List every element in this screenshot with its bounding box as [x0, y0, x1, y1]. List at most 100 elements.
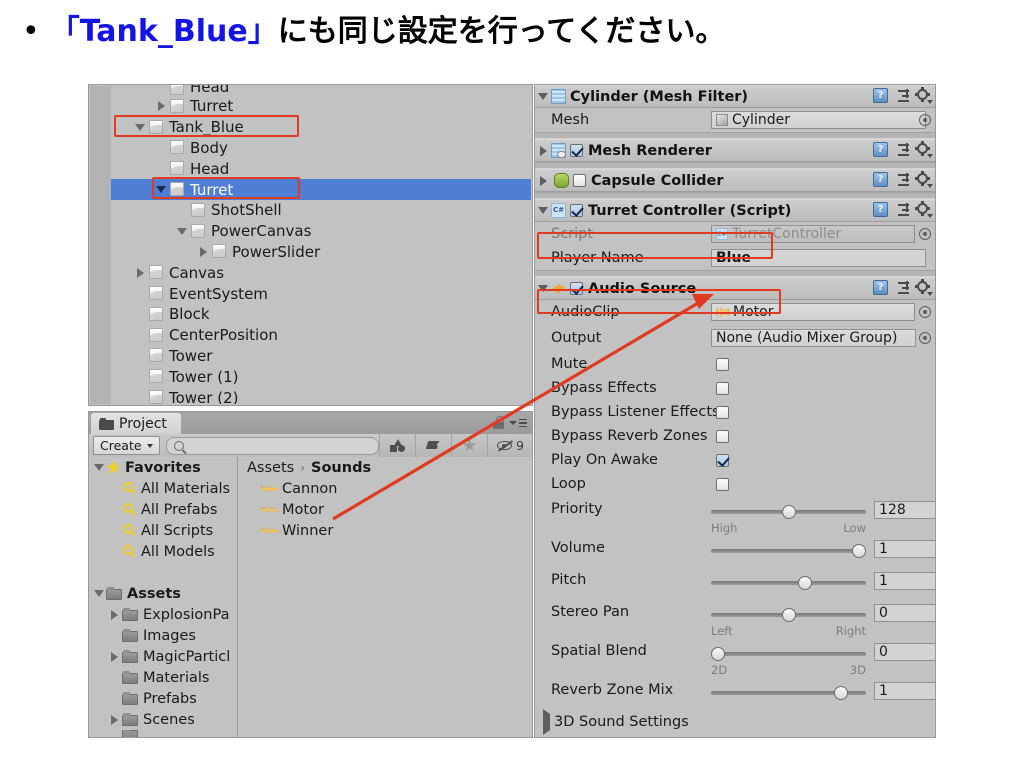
- slider-value-input[interactable]: 1: [874, 540, 935, 558]
- preset-icon[interactable]: [895, 172, 909, 187]
- hierarchy-item-head[interactable]: Head: [111, 85, 531, 96]
- twirl-closed-icon[interactable]: [107, 652, 122, 662]
- project-contents[interactable]: Assets › Sounds Cannon Motor Winner: [238, 457, 532, 737]
- twirl-none-icon[interactable]: [132, 306, 148, 322]
- slider-knob[interactable]: [798, 576, 813, 590]
- hierarchy-item-powercanvas[interactable]: PowerCanvas: [111, 221, 531, 242]
- filter-by-label-button[interactable]: [415, 434, 451, 457]
- twirl-closed-icon[interactable]: [132, 265, 148, 281]
- slider-knob[interactable]: [833, 686, 848, 700]
- component-header-audio-source[interactable]: Audio Source ?: [535, 277, 935, 300]
- twirl-open-icon[interactable]: [153, 182, 169, 198]
- project-folder-clipped[interactable]: [89, 730, 237, 737]
- project-folder-images[interactable]: Images: [89, 625, 237, 646]
- project-favorites-root[interactable]: Favorites: [89, 457, 237, 478]
- help-icon[interactable]: ?: [873, 202, 888, 217]
- slider-track[interactable]: [711, 549, 866, 553]
- create-button[interactable]: Create: [93, 436, 160, 455]
- checkbox-loop[interactable]: [716, 477, 729, 491]
- checkbox-bypass-reverb-zones[interactable]: [716, 429, 729, 443]
- preset-icon[interactable]: [895, 88, 909, 103]
- hierarchy-item-canvas[interactable]: Canvas: [111, 262, 531, 283]
- asset-item-winner[interactable]: Winner: [238, 520, 532, 541]
- project-favorite-all-scripts[interactable]: All Scripts: [89, 520, 237, 541]
- gear-icon[interactable]: [915, 201, 933, 218]
- twirl-closed-icon[interactable]: [535, 176, 551, 186]
- project-folder-magicparticl[interactable]: MagicParticl: [89, 646, 237, 667]
- hierarchy-item-block[interactable]: Block: [111, 304, 531, 325]
- hierarchy-item-tower[interactable]: Tower: [111, 346, 531, 367]
- asset-item-motor[interactable]: Motor: [238, 499, 532, 520]
- gear-icon[interactable]: [915, 279, 933, 296]
- tab-project[interactable]: Project: [91, 413, 181, 434]
- checkbox-bypass-listener-effects[interactable]: [716, 405, 729, 419]
- twirl-open-icon[interactable]: [535, 93, 551, 100]
- component-enabled-checkbox[interactable]: [573, 174, 586, 187]
- asset-list[interactable]: Cannon Motor Winner: [238, 478, 532, 541]
- hierarchy-item-tower-1[interactable]: Tower (1): [111, 366, 531, 387]
- twirl-open-icon[interactable]: [174, 223, 190, 239]
- object-picker-icon[interactable]: [919, 306, 931, 318]
- filter-by-type-button[interactable]: [379, 434, 415, 457]
- project-assets-root[interactable]: Assets: [89, 583, 237, 604]
- slider-track[interactable]: [711, 652, 866, 656]
- twirl-none-icon[interactable]: [132, 369, 148, 385]
- slider-value-input[interactable]: 0: [874, 604, 935, 622]
- component-header-mesh-renderer[interactable]: Mesh Renderer ?: [535, 139, 935, 162]
- asset-item-cannon[interactable]: Cannon: [238, 478, 532, 499]
- hierarchy-item-shotshell[interactable]: ShotShell: [111, 200, 531, 221]
- player-name-input[interactable]: Blue: [711, 249, 926, 267]
- project-favorite-all-materials[interactable]: All Materials: [89, 478, 237, 499]
- twirl-closed-icon[interactable]: [535, 146, 551, 156]
- favorite-filter-button[interactable]: [451, 434, 487, 457]
- twirl-open-icon[interactable]: [535, 207, 551, 214]
- component-header-capsule-collider[interactable]: Capsule Collider ?: [535, 169, 935, 192]
- hierarchy-item-turret[interactable]: Turret: [111, 96, 531, 117]
- slider-value-input[interactable]: 0: [874, 643, 935, 661]
- project-folder-explosionpa[interactable]: ExplosionPa: [89, 604, 237, 625]
- slider-knob[interactable]: [781, 608, 796, 622]
- twirl-closed-icon[interactable]: [543, 714, 550, 730]
- twirl-none-icon[interactable]: [174, 202, 190, 218]
- preset-icon[interactable]: [895, 202, 909, 217]
- twirl-none-icon[interactable]: [153, 140, 169, 156]
- project-folder-scenes[interactable]: Scenes: [89, 709, 237, 730]
- hierarchy-list[interactable]: Head Turret Tank_Blue Body Head Turret ShotShe…: [111, 85, 531, 404]
- object-picker-icon[interactable]: [919, 332, 931, 344]
- hierarchy-item-body[interactable]: Body: [111, 138, 531, 159]
- component-enabled-checkbox[interactable]: [570, 204, 583, 217]
- component-enabled-checkbox[interactable]: [570, 282, 583, 295]
- component-enabled-checkbox[interactable]: [570, 144, 583, 157]
- component-header-mesh-filter[interactable]: Cylinder (Mesh Filter) ?: [535, 85, 935, 108]
- project-favorite-all-prefabs[interactable]: All Prefabs: [89, 499, 237, 520]
- project-favorite-all-models[interactable]: All Models: [89, 541, 237, 562]
- twirl-none-icon[interactable]: [132, 286, 148, 302]
- project-folder-materials[interactable]: Materials: [89, 667, 237, 688]
- preset-icon[interactable]: [895, 142, 909, 157]
- twirl-none-icon[interactable]: [132, 390, 148, 404]
- twirl-none-icon[interactable]: [153, 85, 169, 96]
- help-icon[interactable]: ?: [873, 280, 888, 295]
- twirl-open-icon[interactable]: [132, 119, 148, 135]
- lock-icon[interactable]: [493, 416, 504, 429]
- breadcrumb-root[interactable]: Assets: [247, 460, 294, 476]
- checkbox-bypass-effects[interactable]: [716, 381, 729, 395]
- twirl-closed-icon[interactable]: [107, 610, 122, 620]
- panel-menu-icon[interactable]: [509, 418, 527, 428]
- slider-track[interactable]: [711, 581, 866, 585]
- twirl-none-icon[interactable]: [153, 161, 169, 177]
- gear-icon[interactable]: [915, 141, 933, 158]
- project-tree[interactable]: Favorites All Materials All Prefabs All Scr…: [89, 457, 238, 737]
- slider-knob[interactable]: [781, 505, 796, 519]
- help-icon[interactable]: ?: [873, 88, 888, 103]
- hierarchy-item-tank-blue[interactable]: Tank_Blue: [111, 117, 531, 138]
- hierarchy-item-eventsystem[interactable]: EventSystem: [111, 283, 531, 304]
- twirl-open-icon[interactable]: [91, 464, 106, 471]
- gear-icon[interactable]: [915, 87, 933, 104]
- hierarchy-item-powerslider[interactable]: PowerSlider: [111, 242, 531, 263]
- hierarchy-item-head[interactable]: Head: [111, 158, 531, 179]
- checkbox-play-on-awake[interactable]: [716, 453, 729, 467]
- checkbox-mute[interactable]: [716, 357, 729, 371]
- hierarchy-item-tower-2[interactable]: Tower (2): [111, 387, 531, 404]
- twirl-open-icon[interactable]: [91, 590, 106, 597]
